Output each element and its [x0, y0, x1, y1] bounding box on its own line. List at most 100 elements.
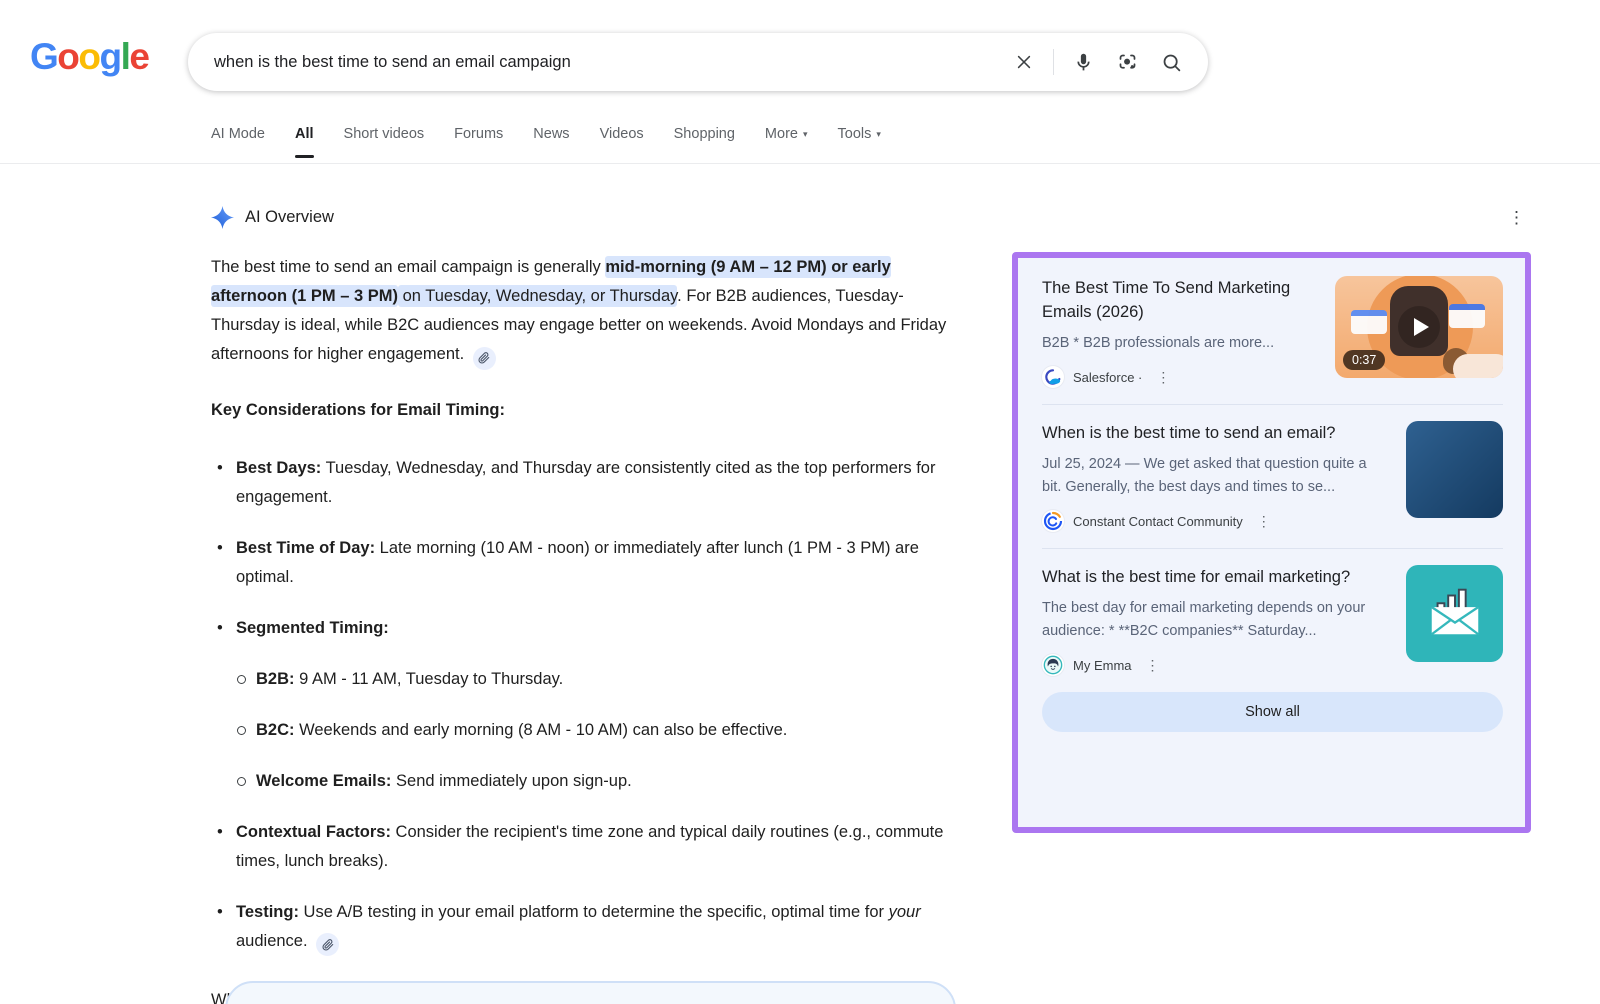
sub-bullet-item: Welcome Emails: Send immediately upon si…: [236, 767, 961, 796]
article-thumbnail[interactable]: [1406, 565, 1503, 662]
tab-label: Forums: [454, 126, 503, 142]
article-thumbnail[interactable]: [1406, 421, 1503, 518]
sub-bullet-label: B2B:: [256, 670, 295, 688]
envelope-chart-icon: [1424, 580, 1486, 647]
source-card-text: When is the best time to send an email?J…: [1042, 421, 1388, 532]
card-divider: [1042, 404, 1503, 405]
followup-input-bar[interactable]: [225, 981, 956, 1004]
tab-label: AI Mode: [211, 126, 265, 142]
google-search-results-page: Google AI Mode All Short videos Forums News V…: [0, 0, 1600, 1004]
search-input[interactable]: [214, 53, 1011, 72]
tab-videos[interactable]: Videos: [600, 126, 644, 158]
source-card-title[interactable]: The Best Time To Send Marketing Emails (…: [1042, 276, 1317, 324]
bullet-text: Use A/B testing in your email platform t…: [299, 903, 889, 921]
source-row: Constant Contact Community ⋮: [1042, 510, 1388, 532]
google-logo-letter: G: [30, 36, 57, 77]
tab-label: More: [765, 126, 798, 142]
sub-bullet-item: B2B: 9 AM - 11 AM, Tuesday to Thursday.: [236, 665, 961, 694]
source-row: My Emma ⋮: [1042, 654, 1388, 676]
sub-bullet-list: B2B: 9 AM - 11 AM, Tuesday to Thursday.B…: [236, 665, 961, 796]
google-logo-letter: o: [78, 36, 99, 77]
tab-label: All: [295, 126, 314, 142]
aio-bullet-list: Best Days: Tuesday, Wednesday, and Thurs…: [211, 454, 961, 957]
source-card-snippet: B2B * B2B professionals are more...: [1042, 332, 1317, 355]
source-card-text: What is the best time for email marketin…: [1042, 565, 1388, 676]
google-logo-letter: o: [57, 36, 78, 77]
sources-panel: The Best Time To Send Marketing Emails (…: [1012, 252, 1531, 833]
intro-text: The best time to send an email campaign …: [211, 258, 605, 276]
source-card-title[interactable]: What is the best time for email marketin…: [1042, 565, 1388, 589]
header-divider: [0, 163, 1600, 164]
thumbnail-cloud: [1453, 354, 1503, 378]
bullet-label: Segmented Timing:: [236, 619, 389, 637]
bullet-italic-text: your: [889, 903, 921, 921]
sub-bullet-text: 9 AM - 11 AM, Tuesday to Thursday.: [295, 670, 564, 688]
highlighted-text[interactable]: on Tuesday, Wednesday, or Thursday: [398, 285, 677, 307]
bullet-item: Best Days: Tuesday, Wednesday, and Thurs…: [211, 454, 961, 512]
aio-section-heading: Key Considerations for Email Timing:: [211, 398, 961, 422]
tab-label: Videos: [600, 126, 644, 142]
microphone-icon[interactable]: [1070, 49, 1096, 75]
tab-forums[interactable]: Forums: [454, 126, 503, 158]
bullet-label: Testing:: [236, 903, 299, 921]
citation-link-icon[interactable]: [473, 347, 496, 370]
sidebar-cards: The Best Time To Send Marketing Emails (…: [1042, 276, 1503, 676]
my-emma-logo-icon: [1042, 654, 1064, 676]
source-card: What is the best time for email marketin…: [1042, 565, 1503, 676]
tab-label: Shopping: [674, 126, 735, 142]
tab-shopping[interactable]: Shopping: [674, 126, 735, 158]
source-row: Salesforce · ⋮: [1042, 366, 1317, 388]
ai-overview-header: AI Overview: [211, 206, 961, 229]
card-menu-icon[interactable]: ⋮: [1146, 657, 1161, 674]
card-menu-icon[interactable]: ⋮: [1257, 513, 1272, 530]
lens-camera-icon[interactable]: [1114, 49, 1140, 75]
source-card-title[interactable]: When is the best time to send an email?: [1042, 421, 1388, 445]
bullet-text: Tuesday, Wednesday, and Thursday are con…: [236, 459, 935, 506]
tab-label: Short videos: [344, 126, 425, 142]
bullet-item: Testing: Use A/B testing in your email p…: [211, 898, 961, 957]
bullet-text: audience.: [236, 932, 312, 950]
chevron-down-icon: ▾: [876, 129, 881, 140]
card-menu-icon[interactable]: ⋮: [1156, 369, 1171, 386]
search-icon[interactable]: [1158, 49, 1184, 75]
video-thumbnail[interactable]: 0:37: [1335, 276, 1503, 378]
tab-label: Tools: [838, 126, 872, 142]
source-card: The Best Time To Send Marketing Emails (…: [1042, 276, 1503, 388]
thumbnail-chat-card: [1449, 304, 1485, 328]
show-all-button[interactable]: Show all: [1042, 692, 1503, 732]
bullet-item: Contextual Factors: Consider the recipie…: [211, 818, 961, 876]
source-card: When is the best time to send an email?J…: [1042, 421, 1503, 532]
bullet-label: Contextual Factors:: [236, 823, 391, 841]
sub-bullet-text: Send immediately upon sign-up.: [391, 772, 631, 790]
sparkle-icon: [211, 206, 234, 229]
tab-ai-mode[interactable]: AI Mode: [211, 126, 265, 158]
source-card-snippet: The best day for email marketing depends…: [1042, 597, 1388, 643]
bullet-label: Best Time of Day:: [236, 539, 375, 557]
source-name: Constant Contact Community: [1073, 514, 1243, 529]
chevron-down-icon: ▾: [803, 129, 808, 140]
bullet-label: Best Days:: [236, 459, 321, 477]
play-button[interactable]: [1398, 306, 1440, 348]
tab-short-videos[interactable]: Short videos: [344, 126, 425, 158]
sub-bullet-label: B2C:: [256, 721, 295, 739]
source-name: My Emma: [1073, 658, 1132, 673]
google-logo[interactable]: Google: [30, 36, 148, 78]
citation-link-icon[interactable]: [316, 933, 339, 956]
source-card-text: The Best Time To Send Marketing Emails (…: [1042, 276, 1317, 388]
google-logo-letter: g: [100, 36, 121, 77]
salesforce-logo-icon: [1042, 366, 1064, 388]
play-icon: [1414, 318, 1429, 336]
tab-all[interactable]: All: [295, 126, 314, 158]
google-logo-letter: e: [129, 36, 148, 77]
constant-contact-logo-icon: [1042, 510, 1064, 532]
sub-bullet-label: Welcome Emails:: [256, 772, 391, 790]
tab-tools[interactable]: Tools ▾: [838, 126, 881, 158]
ai-overview-menu-icon[interactable]: ⋮: [1508, 207, 1525, 229]
sub-bullet-text: Weekends and early morning (8 AM - 10 AM…: [295, 721, 788, 739]
source-name: Salesforce ·: [1073, 370, 1142, 385]
tab-more[interactable]: More ▾: [765, 126, 808, 158]
tab-news[interactable]: News: [533, 126, 569, 158]
ai-overview-section: AI Overview The best time to send an ema…: [211, 206, 961, 1004]
search-bar[interactable]: [188, 33, 1208, 91]
clear-icon[interactable]: [1011, 49, 1037, 75]
